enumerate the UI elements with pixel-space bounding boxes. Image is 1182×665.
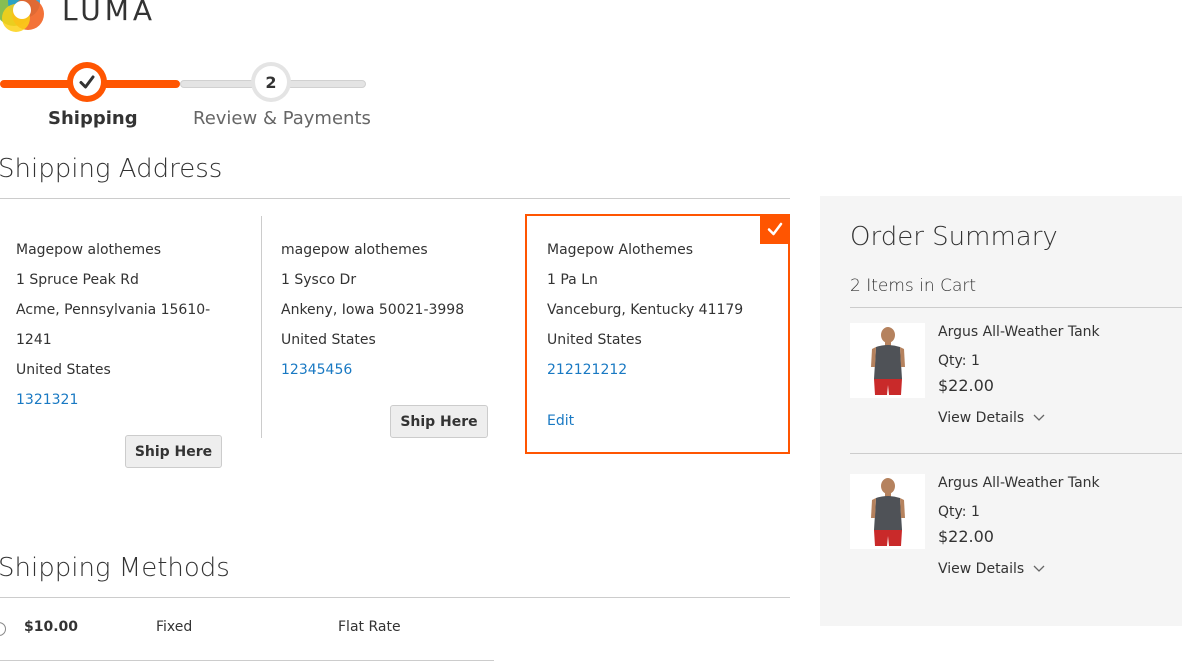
- step-review-label[interactable]: Review & Payments: [193, 108, 371, 129]
- address-name: magepow alothemes: [281, 242, 428, 258]
- shipping-methods-title: Shipping Methods: [0, 553, 230, 583]
- address-card-selected[interactable]: Magepow Alothemes 1 Pa Ln Vanceburg, Ken…: [525, 214, 790, 454]
- product-name: Argus All-Weather Tank: [938, 475, 1100, 491]
- brand-name[interactable]: LUMA: [62, 0, 156, 27]
- chevron-down-icon: [1033, 565, 1045, 572]
- address-city: Vanceburg, Kentucky 41179: [547, 302, 744, 318]
- shipping-address-title: Shipping Address: [0, 154, 223, 184]
- address-street: 1 Sysco Dr: [281, 272, 357, 288]
- chevron-down-icon: [1033, 414, 1045, 421]
- address-street: 1 Spruce Peak Rd: [16, 272, 139, 288]
- checkmark-icon: [79, 75, 95, 89]
- product-qty: Qty: 1: [938, 504, 980, 520]
- selected-badge: [760, 214, 790, 244]
- address-name: Magepow Alothemes: [547, 242, 694, 258]
- product-thumbnail: [850, 323, 925, 398]
- ship-here-button[interactable]: Ship Here: [125, 435, 222, 468]
- checkout-progress: 2 Shipping Review & Payments: [0, 60, 380, 130]
- items-in-cart-toggle[interactable]: 2 Items in Cart: [850, 276, 976, 296]
- address-phone[interactable]: 212121212: [547, 355, 788, 385]
- view-details-toggle[interactable]: View Details: [938, 410, 1045, 426]
- address-card: Magepow alothemes 1 Spruce Peak Rd Acme,…: [16, 235, 246, 415]
- method-price: $10.00: [24, 619, 79, 635]
- address-street: 1 Pa Ln: [547, 272, 598, 288]
- order-summary-title: Order Summary: [850, 222, 1058, 252]
- product-name: Argus All-Weather Tank: [938, 324, 1100, 340]
- address-city: Ankeny, Iowa 50021-3998: [281, 302, 465, 318]
- summary-divider: [850, 453, 1182, 454]
- product-image-icon: [850, 323, 925, 398]
- view-details-label: View Details: [938, 561, 1025, 577]
- edit-address-link[interactable]: Edit: [547, 406, 788, 436]
- section-divider: [0, 597, 790, 598]
- summary-divider: [850, 307, 1182, 308]
- address-city: Acme, Pennsylvania 15610-: [16, 302, 211, 318]
- address-card: magepow alothemes 1 Sysco Dr Ankeny, Iow…: [281, 235, 511, 385]
- checkmark-icon: [767, 222, 783, 236]
- view-details-label: View Details: [938, 410, 1025, 426]
- order-summary-panel: Order Summary 2 Items in Cart Argus All-…: [820, 196, 1182, 626]
- address-country: United States: [16, 362, 111, 378]
- product-image-icon: [850, 474, 925, 549]
- product-thumbnail: [850, 474, 925, 549]
- product-price: $22.00: [938, 527, 994, 546]
- step-number: 2: [255, 66, 287, 98]
- product-qty: Qty: 1: [938, 353, 980, 369]
- shipping-method-radio[interactable]: [0, 622, 6, 636]
- method-name: Fixed: [156, 619, 193, 635]
- address-country: United States: [547, 332, 642, 348]
- address-country: United States: [281, 332, 376, 348]
- address-name: Magepow alothemes: [16, 242, 162, 258]
- step-shipping-circle[interactable]: [67, 62, 107, 102]
- product-price: $22.00: [938, 376, 994, 395]
- step-shipping-label[interactable]: Shipping: [48, 108, 138, 129]
- address-phone[interactable]: 12345456: [281, 355, 511, 385]
- method-carrier: Flat Rate: [338, 619, 401, 635]
- ship-here-button[interactable]: Ship Here: [390, 405, 488, 438]
- address-divider: [261, 216, 262, 438]
- step-review-circle[interactable]: 2: [251, 62, 291, 102]
- section-divider: [0, 198, 790, 199]
- address-phone[interactable]: 1321321: [16, 385, 246, 415]
- row-divider: [0, 660, 494, 661]
- luma-logo-icon[interactable]: [0, 0, 54, 36]
- address-city-cont: 1241: [16, 332, 52, 348]
- shipping-method-row[interactable]: $10.00 Fixed Flat Rate: [0, 612, 494, 644]
- view-details-toggle[interactable]: View Details: [938, 561, 1045, 577]
